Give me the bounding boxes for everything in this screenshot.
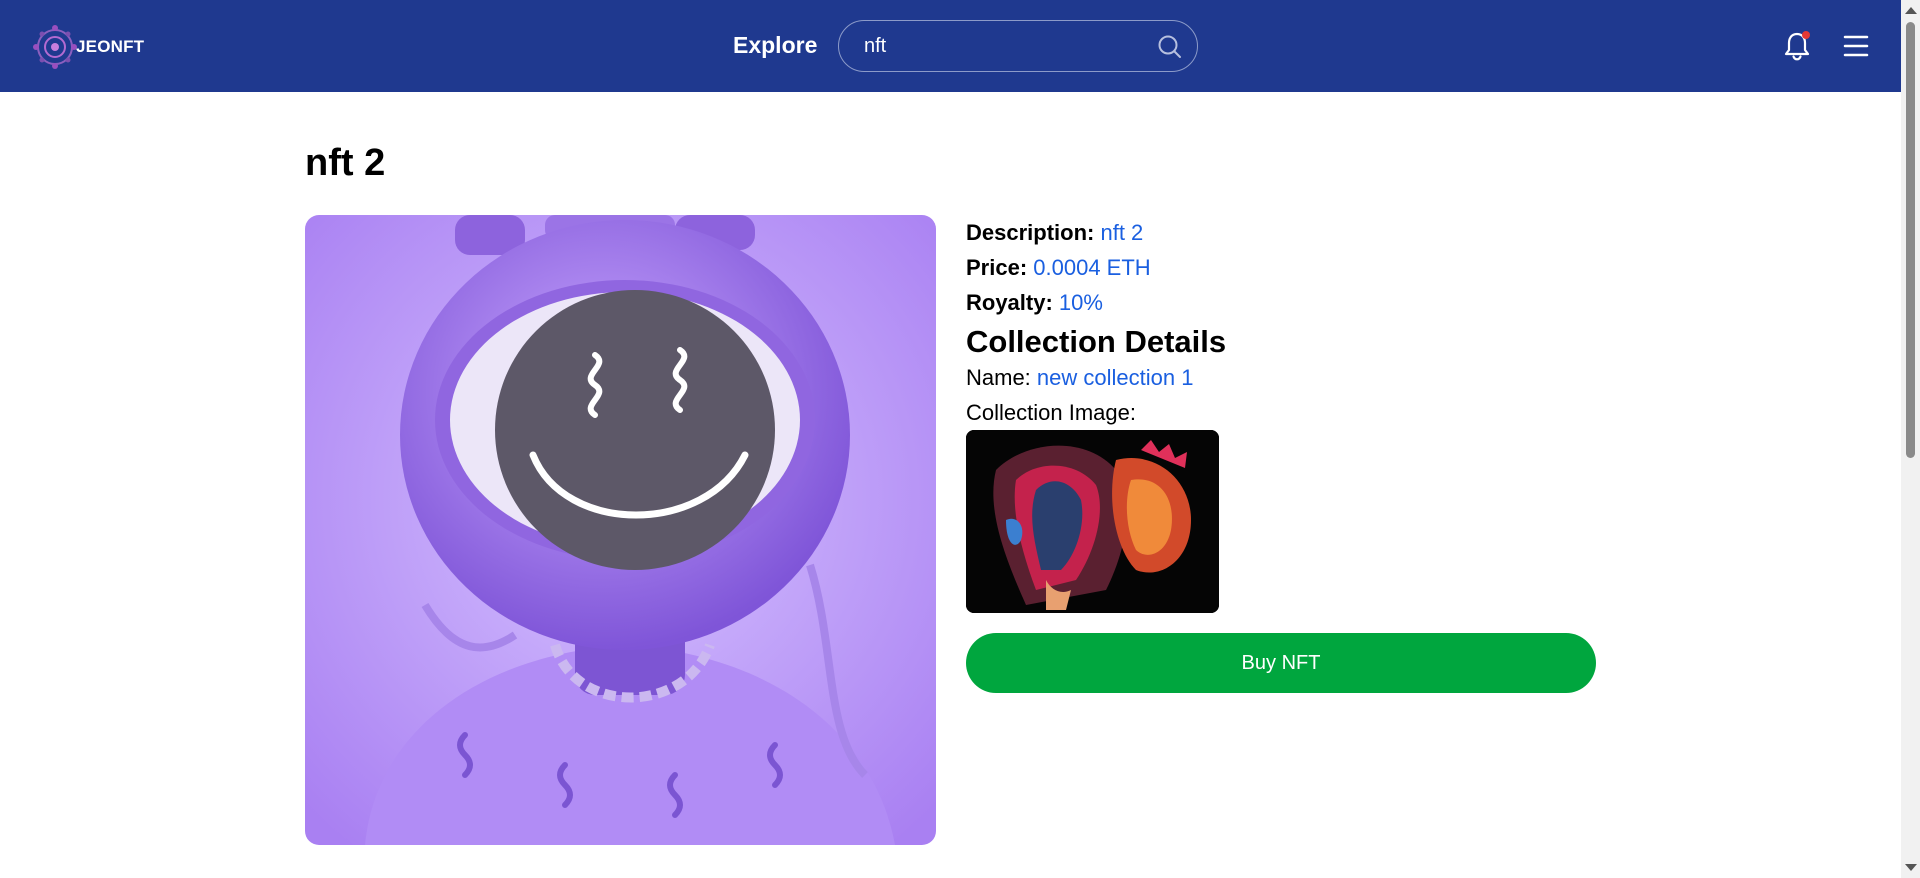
price-row: Price: 0.0004 ETH [966,253,1226,288]
collection-image-label: Collection Image: [966,400,1136,425]
collection-details-heading: Collection Details [966,324,1227,359]
collection-name-row: Name: new collection 1 [966,363,1226,398]
menu-icon[interactable] [1842,33,1870,59]
price-label: Price: [966,255,1028,280]
nft-image [305,215,936,845]
royalty-label: Royalty: [966,290,1053,315]
royalty-row: Royalty: 10% [966,288,1226,323]
logo-icon [33,25,77,69]
collection-name-label: Name: [966,365,1031,390]
description-value: nft 2 [1100,220,1144,245]
collection-image [966,430,1219,613]
nft-details: Description: nft 2 Price: 0.0004 ETH Roy… [966,218,1226,433]
logo[interactable]: JEONFT [30,22,144,72]
search-box [838,20,1198,72]
collection-name-value: new collection 1 [1036,365,1194,390]
royalty-value: 10% [1058,290,1103,315]
description-row: Description: nft 2 [966,218,1226,253]
notification-dot [1802,31,1810,39]
search-input[interactable] [864,21,1134,71]
description-label: Description: [966,220,1095,245]
search-icon[interactable] [1157,34,1183,60]
scroll-thumb[interactable] [1906,22,1915,458]
top-navbar: JEONFT Explore [0,0,1901,92]
scroll-down-arrow[interactable] [1905,864,1917,871]
bell-icon[interactable] [1781,30,1813,62]
nav-explore-link[interactable]: Explore [733,32,817,59]
logo-text: JEONFT [76,37,145,56]
nft-title: nft 2 [305,142,386,184]
page-scrollbar[interactable] [1901,0,1920,878]
price-value: 0.0004 ETH [1033,255,1151,280]
buy-nft-button[interactable]: Buy NFT [966,633,1596,693]
scroll-up-arrow[interactable] [1905,7,1917,14]
